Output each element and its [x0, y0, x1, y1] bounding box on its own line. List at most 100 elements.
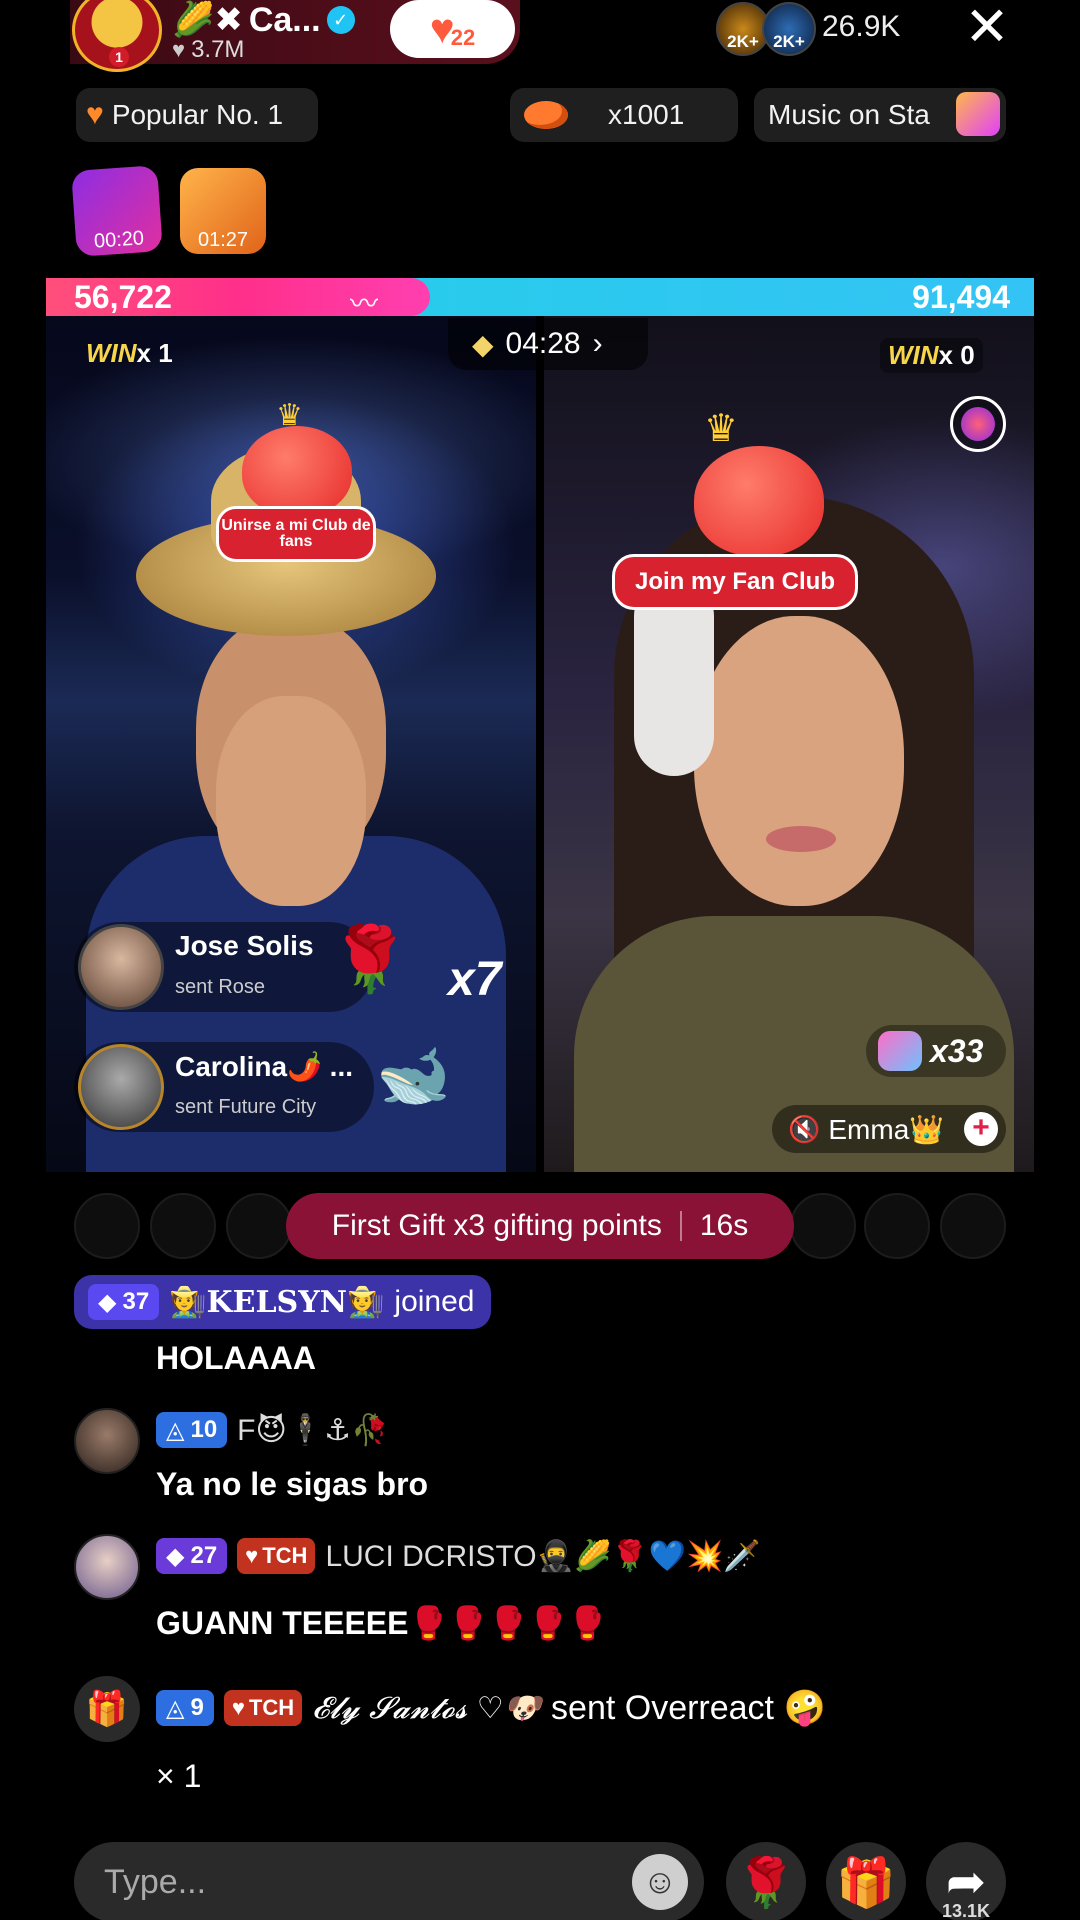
- comment-input[interactable]: Type... ☺: [74, 1842, 704, 1920]
- fan-club-count: 22: [450, 25, 476, 50]
- level-badge: ◆ 37: [88, 1284, 160, 1320]
- level-badge: ◬ 10: [156, 1412, 228, 1448]
- chat-user-name[interactable]: F😈🕴️⚓🥀: [237, 1413, 388, 1448]
- chat-user-avatar[interactable]: [74, 1408, 140, 1474]
- joined-action: joined: [394, 1285, 475, 1318]
- chat-user-avatar[interactable]: [74, 1534, 140, 1600]
- comment-placeholder: Type...: [104, 1862, 207, 1901]
- chat-message-text: Ya no le sigas bro: [156, 1466, 429, 1502]
- rose-icon: 🌹: [736, 1856, 796, 1910]
- guest-gift-combo: x33: [866, 1025, 1006, 1077]
- gift-combo-count: x7: [448, 953, 502, 1006]
- guest-name: Emma👑: [828, 1113, 945, 1145]
- share-button[interactable]: ➦ 13.1K: [926, 1842, 1006, 1920]
- chat-user-name[interactable]: LUCI DCRISTO🥷🌽🌹💙💥🗡️: [325, 1539, 760, 1574]
- gift-orb-icon: [961, 407, 995, 441]
- fan-club-sticker-left[interactable]: Unirse a mi Club de fans: [216, 506, 376, 562]
- guest-lips: [766, 826, 836, 852]
- popular-rank-label: Popular No. 1: [111, 99, 284, 130]
- guest-gift-badge[interactable]: [950, 396, 1006, 452]
- chat-user-name[interactable]: 𝓔𝓵𝔂 𝓢𝓪𝓷𝓽𝓸𝓼 ♡🐶: [312, 1691, 541, 1726]
- gift-description: sent Future City: [175, 1096, 317, 1118]
- multiplier-chip[interactable]: x1001: [510, 88, 738, 142]
- host-emoji: 🌽✖: [172, 1, 243, 39]
- right-score: 91,494: [912, 279, 1010, 315]
- star-gift-icon: [956, 92, 1000, 136]
- level-badge: ◬ 9: [156, 1690, 214, 1726]
- multiplier-label: x1001: [608, 99, 685, 130]
- rose-gift-button[interactable]: 🌹: [726, 1842, 806, 1920]
- fan-club-heart-icon: [242, 426, 352, 516]
- viewer-count[interactable]: 26.9K: [822, 10, 900, 44]
- share-count: 13.1K: [941, 1901, 991, 1920]
- chat-message-text: GUANN TEEEEE🥊🥊🥊🥊🥊: [156, 1605, 608, 1641]
- planet-icon: [524, 101, 568, 129]
- left-score: 56,722: [74, 279, 172, 315]
- guest-name-pill[interactable]: 🔇 Emma👑 +: [772, 1105, 1006, 1153]
- joined-notification: ◆ 37 🧑‍🌾KELSYN🧑‍🌾 joined: [74, 1275, 491, 1329]
- gift-box-icon: 🎁: [74, 1676, 140, 1742]
- host-name: Ca...: [248, 0, 321, 39]
- guest-face: [694, 616, 904, 906]
- ranked-gifter-avatar[interactable]: [864, 1193, 930, 1259]
- chat-message-header: ◬ 10 F😈🕴️⚓🥀: [156, 1412, 388, 1448]
- follow-guest-button[interactable]: +: [964, 1112, 998, 1146]
- gift-icon: [878, 1031, 922, 1071]
- popular-rank-chip[interactable]: ♥ Popular No. 1: [76, 88, 318, 142]
- treasure-box-timer[interactable]: 01:27: [180, 168, 266, 254]
- chevron-right-icon: ›: [592, 327, 603, 360]
- gifter-avatar[interactable]: [78, 924, 164, 1010]
- battle-timer[interactable]: ◆ 04:28 ›: [448, 318, 648, 370]
- gifter-name: Carolina🌶️ ...: [175, 1051, 354, 1082]
- verified-icon: ✓: [326, 6, 355, 34]
- top-viewer-avatar[interactable]: 2K+: [762, 2, 816, 56]
- host-level-badge: 1: [109, 47, 129, 67]
- gifter-avatar[interactable]: [78, 1044, 164, 1130]
- music-on-stage-chip[interactable]: Music on Sta: [754, 88, 1006, 142]
- host-likes-count: 3.7M: [191, 36, 245, 63]
- fan-club-sticker-right[interactable]: Join my Fan Club: [612, 554, 858, 610]
- ranked-gifter-avatar[interactable]: [790, 1193, 856, 1259]
- mute-icon[interactable]: 🔇: [788, 1114, 820, 1145]
- ranked-gifter-avatar[interactable]: [226, 1193, 292, 1259]
- fan-club-heart-icon: [694, 446, 824, 556]
- gift-action-text: sent Overreact 🤪: [551, 1689, 826, 1727]
- emoji-icon[interactable]: ☺: [632, 1854, 688, 1910]
- ranked-gifter-avatar[interactable]: [150, 1193, 216, 1259]
- left-win-count: WINx 1: [86, 338, 173, 368]
- heart-icon: ♥: [172, 37, 186, 62]
- boost-timer[interactable]: 00:20: [71, 165, 163, 257]
- team-badge: ♥ TCH: [237, 1538, 316, 1574]
- heart-icon: ♥: [86, 98, 104, 131]
- team-badge: ♥ TCH: [223, 1690, 303, 1726]
- first-gift-text: First Gift x3 gifting points: [331, 1209, 662, 1242]
- ranked-gifter-avatar[interactable]: [940, 1193, 1006, 1259]
- host-hands: [216, 696, 366, 906]
- future-city-gift-icon: 🐋: [376, 1042, 451, 1109]
- host-likes: ♥ 3.7M: [172, 36, 244, 64]
- chat-message-text: HOLAAAA: [156, 1340, 316, 1376]
- divider: [679, 1211, 682, 1241]
- level-badge: ◆ 27: [156, 1538, 228, 1574]
- ranked-gifter-avatar[interactable]: [74, 1193, 140, 1259]
- gift-button[interactable]: 🎁: [826, 1842, 906, 1920]
- right-win-count: WINx 0: [880, 338, 983, 373]
- host-name-row[interactable]: 🌽✖ Ca... ✓: [172, 0, 355, 40]
- music-label: Music on Sta: [768, 99, 930, 130]
- crown-icon: ♛: [704, 408, 739, 450]
- first-gift-timer: 16s: [699, 1209, 749, 1242]
- gifter-name: Jose Solis: [175, 930, 314, 961]
- gift-description: sent Rose: [175, 976, 266, 998]
- fan-club-button[interactable]: ♥ 22: [390, 0, 515, 58]
- battle-countdown: 04:28: [505, 327, 581, 360]
- gift-icon: 🎁: [836, 1856, 896, 1910]
- joined-user-name[interactable]: 🧑‍🌾KELSYN🧑‍🌾: [169, 1285, 384, 1320]
- gift-quantity: × 1: [156, 1758, 202, 1794]
- top-viewers[interactable]: 2K+ 2K+: [716, 2, 816, 58]
- rose-icon: 🌹: [330, 923, 410, 995]
- chat-message-header: ◆ 27 ♥ TCH LUCI DCRISTO🥷🌽🌹💙💥🗡️: [156, 1538, 761, 1574]
- close-icon[interactable]: ✕: [962, 0, 1012, 54]
- gift-message-header: ◬ 9 ♥ TCH 𝓔𝓵𝔂 𝓢𝓪𝓷𝓽𝓸𝓼 ♡🐶 sent Overreact 🤪: [156, 1688, 826, 1728]
- first-gift-banner[interactable]: First Gift x3 gifting points 16s: [286, 1193, 794, 1259]
- diamond-icon: ◆: [472, 328, 494, 360]
